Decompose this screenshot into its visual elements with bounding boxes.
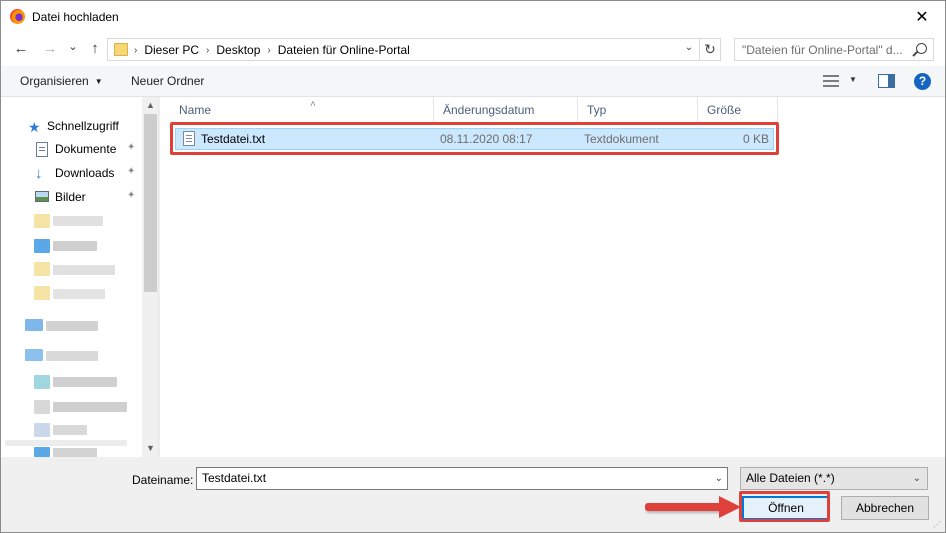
filename-input[interactable]: Testdatei.txt ⌄ xyxy=(196,467,728,490)
preview-pane-icon[interactable] xyxy=(878,74,895,88)
sidebar-item-label: Downloads xyxy=(55,166,115,180)
close-button[interactable]: ✕ xyxy=(899,1,945,32)
breadcrumb-item[interactable]: Desktop xyxy=(216,43,260,57)
scroll-up-icon[interactable]: ▲ xyxy=(142,97,158,114)
window-title: Datei hochladen xyxy=(32,10,119,24)
chevron-right-icon: › xyxy=(134,44,138,56)
annotation-highlight-open-button xyxy=(739,491,830,522)
scrollbar-thumb[interactable] xyxy=(144,114,157,292)
column-header-name[interactable]: ˄ Name xyxy=(170,97,434,123)
caret-down-icon[interactable]: ▼ xyxy=(849,75,857,84)
filename-label: Dateiname: xyxy=(132,473,194,487)
sidebar-scrollbar[interactable]: ▲ ▼ xyxy=(142,97,158,457)
organize-menu-button[interactable]: Organisieren ▼ xyxy=(20,74,103,88)
refresh-button[interactable]: ↻ xyxy=(700,38,721,61)
annotation-arrow-icon xyxy=(645,496,743,518)
sidebar-item-label: Bilder xyxy=(55,190,86,204)
breadcrumb-item[interactable]: Dateien für Online-Portal xyxy=(278,43,410,57)
pictures-icon xyxy=(35,191,49,202)
navigation-bar: ← → ⌄ ↑ › Dieser PC › Desktop › Dateien … xyxy=(1,32,945,66)
sort-ascending-icon: ˄ xyxy=(310,99,316,110)
back-arrow-icon[interactable]: ← xyxy=(12,39,30,57)
breadcrumb-item[interactable]: Dieser PC xyxy=(144,43,199,57)
sidebar-item-label: Dokumente xyxy=(55,142,117,156)
new-folder-button[interactable]: Neuer Ordner xyxy=(131,74,204,88)
forward-arrow-icon[interactable]: → xyxy=(41,39,59,57)
title-bar: Datei hochladen ✕ xyxy=(1,1,945,32)
filter-value: Alle Dateien (*.*) xyxy=(746,471,835,485)
chevron-right-icon[interactable]: › xyxy=(206,45,209,56)
filename-value: Testdatei.txt xyxy=(202,471,267,485)
download-icon: ↓ xyxy=(35,165,43,182)
column-header-size[interactable]: Größe xyxy=(698,97,778,123)
firefox-icon xyxy=(10,9,25,24)
sidebar-item-downloads[interactable]: ↓ Downloads ✦ xyxy=(1,162,142,184)
caret-down-icon: ▼ xyxy=(94,77,103,86)
column-header-type[interactable]: Typ xyxy=(578,97,698,123)
chevron-down-icon[interactable]: ⌄ xyxy=(682,42,696,57)
annotation-highlight-file xyxy=(170,122,779,155)
column-label: Name xyxy=(179,103,212,117)
column-header-modified[interactable]: Änderungsdatum xyxy=(434,97,578,123)
sidebar-item-label: Schnellzugriff xyxy=(47,119,119,133)
pin-icon: ✦ xyxy=(127,166,136,177)
cancel-button[interactable]: Abbrechen xyxy=(841,496,929,520)
organize-label: Organisieren xyxy=(20,74,89,88)
help-icon[interactable]: ? xyxy=(914,73,931,90)
chevron-right-icon[interactable]: › xyxy=(267,45,270,56)
navigation-pane: ★ Schnellzugriff Dokumente ✦ ↓ Downloads… xyxy=(1,97,159,457)
breadcrumb: › Dieser PC › Desktop › Dateien für Onli… xyxy=(134,43,410,57)
file-upload-dialog: Datei hochladen ✕ ← → ⌄ ↑ › Dieser PC › … xyxy=(0,0,946,533)
file-type-filter[interactable]: Alle Dateien (*.*) ⌄ xyxy=(740,467,928,490)
pin-icon: ✦ xyxy=(127,142,136,153)
command-toolbar: Organisieren ▼ Neuer Ordner ▼ ? xyxy=(1,66,945,97)
chevron-down-icon[interactable]: ⌄ xyxy=(913,468,921,489)
search-input[interactable]: "Dateien für Online-Portal" d... xyxy=(734,38,934,61)
address-bar[interactable]: › Dieser PC › Desktop › Dateien für Onli… xyxy=(107,38,700,61)
pin-icon: ✦ xyxy=(127,190,136,201)
sidebar-item-quick-access[interactable]: ★ Schnellzugriff xyxy=(1,115,142,137)
resize-grip-icon[interactable]: ⋰ xyxy=(933,520,943,530)
search-placeholder: "Dateien für Online-Portal" d... xyxy=(742,43,903,57)
search-icon[interactable] xyxy=(916,43,927,54)
up-arrow-icon[interactable]: ↑ xyxy=(86,39,104,57)
sidebar-item-pictures[interactable]: Bilder ✦ xyxy=(1,186,142,208)
star-icon: ★ xyxy=(28,119,41,135)
scroll-down-icon[interactable]: ▼ xyxy=(142,440,158,457)
chevron-down-icon[interactable]: ⌄ xyxy=(715,468,723,489)
view-options-icon[interactable] xyxy=(823,75,839,88)
folder-icon xyxy=(114,43,128,56)
document-icon xyxy=(36,142,48,157)
sidebar-item-documents[interactable]: Dokumente ✦ xyxy=(1,138,142,160)
recent-locations-icon[interactable]: ⌄ xyxy=(64,37,82,55)
